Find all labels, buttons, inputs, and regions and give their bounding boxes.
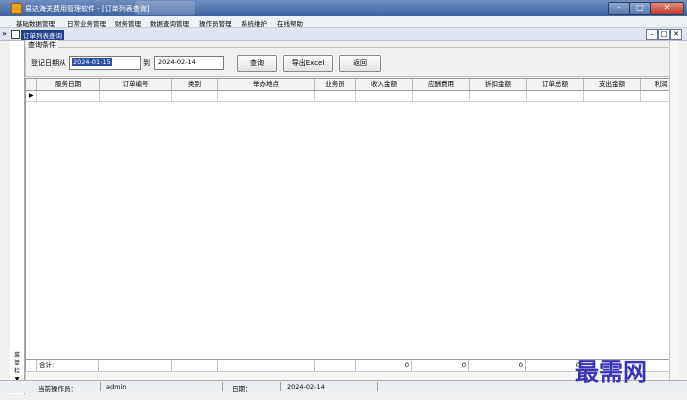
document-icon	[11, 30, 20, 39]
column-header[interactable]: 订单编号	[100, 79, 172, 90]
menu-bar: 基础数据管理 日常业务管理 财务管理 数据查询管理 操作员管理 系统维护 在线帮…	[0, 16, 687, 28]
date-from-input[interactable]: 2024-01-15	[69, 56, 141, 70]
status-divider	[100, 382, 101, 391]
menu-daily-business[interactable]: 日常业务管理	[67, 18, 106, 28]
footer-cell	[218, 360, 315, 371]
search-button[interactable]: 查询	[237, 55, 277, 72]
column-header[interactable]: 订单总额	[527, 79, 584, 90]
leftbar-char: 栏	[13, 368, 20, 375]
window-title: 易达海关费用管理软件 - [订单列表查询]	[25, 5, 150, 13]
leftbar-char: 菜	[13, 352, 20, 359]
table-cell[interactable]	[218, 91, 315, 101]
footer-corner	[26, 360, 37, 371]
status-divider	[377, 382, 378, 391]
table-cell[interactable]	[413, 91, 470, 101]
grid-header: 服务日期 订单编号 类别 举办地点 业务员 收入金额 应酬费用 折扣金额 订单总…	[26, 79, 669, 91]
date-from-value: 2024-01-15	[72, 58, 112, 66]
menu-help[interactable]: 在线帮助	[277, 18, 303, 28]
export-excel-button[interactable]: 导出Excel	[283, 55, 333, 72]
footer-income-total: 0	[356, 360, 412, 371]
footer-cell	[172, 360, 218, 371]
header-corner	[26, 79, 37, 90]
close-button[interactable]: ✕	[650, 2, 684, 15]
column-header[interactable]: 收入金额	[356, 79, 413, 90]
menu-system[interactable]: 系统维护	[241, 18, 267, 28]
table-cell[interactable]	[37, 91, 100, 101]
footer-expense-total: 0	[413, 360, 469, 371]
footer-cell	[100, 360, 172, 371]
status-divider	[280, 382, 281, 391]
column-header[interactable]: 利润	[641, 79, 669, 90]
row-pointer-icon: ▶	[29, 92, 34, 99]
query-group-label: 查询条件	[26, 40, 58, 50]
operator-value: admin	[106, 383, 127, 391]
column-header[interactable]: 服务日期	[37, 79, 100, 90]
column-header[interactable]: 举办地点	[218, 79, 315, 90]
date-to-input[interactable]: 2024-02-14	[154, 56, 224, 70]
table-cell[interactable]	[584, 91, 641, 101]
menu-data-query[interactable]: 数据查询管理	[150, 18, 189, 28]
menu-basic-data[interactable]: 基础数据管理	[16, 18, 55, 28]
column-header[interactable]: 业务员	[315, 79, 356, 90]
column-header[interactable]: 支出金额	[584, 79, 641, 90]
expand-arrow-icon[interactable]: »	[2, 29, 7, 38]
table-cell[interactable]	[315, 91, 356, 101]
back-button[interactable]: 返回	[339, 55, 381, 72]
menu-operator[interactable]: 操作员管理	[199, 18, 232, 28]
app-icon	[11, 3, 22, 14]
footer-discount-total: 0	[470, 360, 526, 371]
mdi-close-button[interactable]: ✕	[670, 29, 682, 40]
watermark-logo: 最需网	[575, 357, 647, 386]
table-cell[interactable]	[470, 91, 527, 101]
status-date-label: 日期：	[232, 385, 252, 393]
mdi-minimize-button[interactable]: –	[646, 29, 658, 40]
menu-finance[interactable]: 财务管理	[115, 18, 141, 28]
order-list-grid[interactable]: 服务日期 订单编号 类别 举办地点 业务员 收入金额 应酬费用 折扣金额 订单总…	[25, 78, 670, 360]
table-row[interactable]: ▶	[26, 91, 669, 102]
date-to-label: 到	[143, 59, 150, 67]
table-cell[interactable]	[527, 91, 584, 101]
column-header[interactable]: 折扣金额	[470, 79, 527, 90]
column-header[interactable]: 类别	[172, 79, 218, 90]
footer-total-label: 合计:	[37, 360, 99, 371]
operator-label: 当前操作员：	[38, 385, 77, 393]
leftbar-char: 单	[13, 360, 20, 367]
title-bar: 易达海关费用管理软件 - [订单列表查询] – □ ✕	[0, 0, 687, 16]
left-menu-strip: 菜 单 栏 ▼	[10, 41, 25, 394]
vertical-scrollbar[interactable]	[669, 41, 678, 379]
table-cell[interactable]	[356, 91, 413, 101]
minimize-button[interactable]: –	[608, 2, 630, 15]
date-to-value: 2024-02-14	[158, 58, 196, 66]
status-date-value: 2024-02-14	[287, 383, 325, 391]
table-cell[interactable]	[172, 91, 218, 101]
mdi-maximize-button[interactable]: □	[658, 29, 670, 40]
footer-cell	[315, 360, 356, 371]
mdi-caption-bar: » 订单列表查询 – □ ✕	[0, 28, 687, 41]
row-selector[interactable]: ▶	[26, 91, 37, 101]
table-cell[interactable]	[100, 91, 172, 101]
date-from-label: 登记日期从	[31, 59, 66, 67]
mdi-title: 订单列表查询	[21, 30, 64, 40]
maximize-button[interactable]: □	[629, 2, 651, 15]
column-header[interactable]: 应酬费用	[413, 79, 470, 90]
status-divider	[222, 382, 223, 391]
